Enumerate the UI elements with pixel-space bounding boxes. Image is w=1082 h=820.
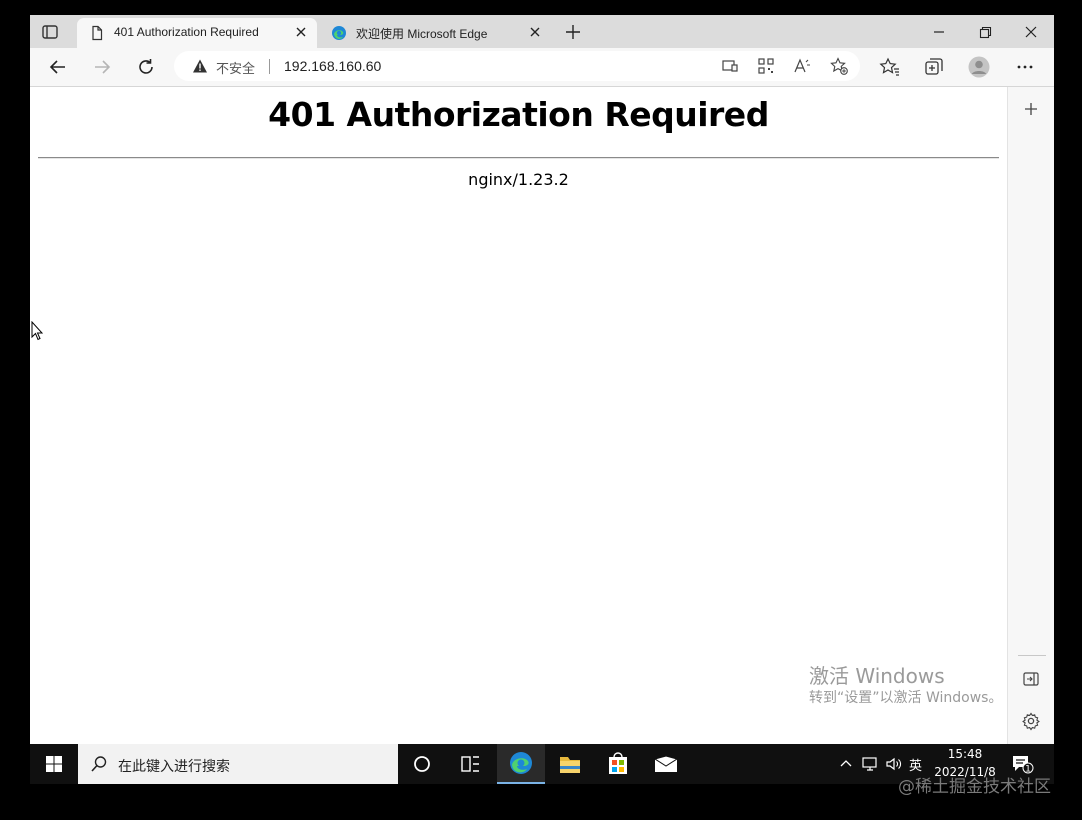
add-favorite-icon[interactable] bbox=[830, 57, 848, 75]
site-watermark: @稀土掘金技术社区 bbox=[898, 777, 1051, 797]
error-heading: 401 Authorization Required bbox=[268, 95, 769, 134]
search-icon bbox=[90, 755, 108, 773]
task-view-icon[interactable] bbox=[446, 744, 494, 784]
cortana-icon[interactable] bbox=[398, 744, 446, 784]
tab-strip: 401 Authorization Required 欢迎使用 Microsof… bbox=[30, 15, 1054, 48]
clock-time: 15:48 bbox=[947, 747, 983, 761]
qr-code-icon[interactable] bbox=[757, 57, 775, 75]
address-bar[interactable]: 不安全 192.168.160.60 bbox=[174, 51, 860, 81]
page-content: 401 Authorization Required nginx/1.23.2 bbox=[30, 87, 1007, 744]
tab-title: 401 Authorization Required bbox=[114, 25, 259, 39]
hide-sidebar-icon[interactable] bbox=[1021, 669, 1041, 689]
edge-icon bbox=[331, 25, 347, 41]
search-placeholder: 在此键入进行搜索 bbox=[118, 759, 230, 775]
windows-start-icon[interactable] bbox=[30, 744, 78, 784]
app-available-icon[interactable] bbox=[721, 57, 739, 75]
back-arrow-icon[interactable] bbox=[47, 56, 69, 78]
microsoft-store-icon[interactable] bbox=[594, 744, 642, 784]
activate-title: 激活 Windows bbox=[809, 664, 945, 688]
close-tab-icon[interactable] bbox=[527, 24, 543, 40]
settings-gear-icon[interactable] bbox=[1021, 711, 1041, 731]
page-icon bbox=[89, 25, 105, 41]
activate-subtitle: 转到“设置”以激活 Windows。 bbox=[809, 690, 1003, 706]
mouse-cursor-icon bbox=[31, 320, 44, 341]
file-explorer-icon[interactable] bbox=[546, 744, 594, 784]
sidebar-divider bbox=[1018, 655, 1046, 656]
forward-arrow-icon[interactable] bbox=[91, 56, 113, 78]
tab-authorization[interactable]: 401 Authorization Required bbox=[77, 18, 317, 48]
new-tab-icon[interactable] bbox=[563, 22, 583, 42]
screen: 401 Authorization Required 欢迎使用 Microsof… bbox=[30, 15, 1054, 784]
collections-icon[interactable] bbox=[923, 56, 945, 78]
network-icon[interactable] bbox=[861, 755, 879, 773]
profile-avatar-icon[interactable] bbox=[968, 56, 990, 78]
minimize-icon[interactable] bbox=[927, 20, 951, 44]
sidebar-add-icon[interactable] bbox=[1021, 99, 1041, 119]
warning-icon[interactable] bbox=[192, 58, 208, 74]
refresh-icon[interactable] bbox=[135, 56, 157, 78]
edge-taskbar-icon[interactable] bbox=[497, 744, 545, 784]
taskbar-search-box[interactable]: 在此键入进行搜索 bbox=[78, 744, 398, 784]
read-aloud-icon[interactable] bbox=[793, 57, 811, 75]
tab-edge-welcome[interactable]: 欢迎使用 Microsoft Edge bbox=[319, 18, 551, 48]
not-secure-label[interactable]: 不安全 bbox=[216, 58, 255, 77]
more-options-icon[interactable] bbox=[1014, 56, 1036, 78]
url-text[interactable]: 192.168.160.60 bbox=[284, 58, 381, 74]
address-divider bbox=[269, 59, 270, 74]
browser-toolbar: 不安全 192.168.160.60 bbox=[30, 48, 1054, 87]
horizontal-rule bbox=[38, 157, 999, 159]
tab-actions-icon[interactable] bbox=[40, 22, 60, 42]
tab-title: 欢迎使用 Microsoft Edge bbox=[356, 27, 488, 41]
show-hidden-icons-icon[interactable] bbox=[837, 755, 855, 773]
activate-windows-notice: 激活 Windows 转到“设置”以激活 Windows。 bbox=[809, 663, 1002, 707]
edge-sidebar bbox=[1007, 87, 1054, 744]
close-window-icon[interactable] bbox=[1019, 20, 1043, 44]
restore-icon[interactable] bbox=[973, 20, 997, 44]
close-tab-icon[interactable] bbox=[293, 24, 309, 40]
server-version: nginx/1.23.2 bbox=[468, 170, 569, 189]
mail-icon[interactable] bbox=[642, 744, 690, 784]
favorites-icon[interactable] bbox=[879, 56, 901, 78]
volume-icon[interactable] bbox=[885, 755, 903, 773]
